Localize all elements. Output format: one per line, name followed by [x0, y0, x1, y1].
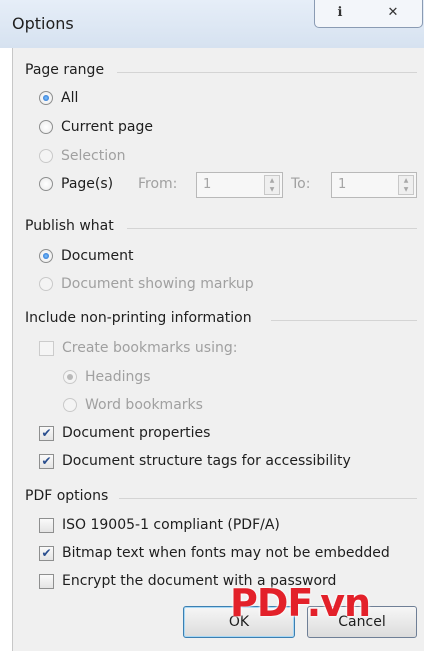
- selection-radio-row: Selection: [39, 148, 126, 164]
- checkmark-icon: ✔: [41, 546, 52, 560]
- structure-tags-checkbox[interactable]: ✔: [39, 453, 54, 469]
- structure-tags-row[interactable]: ✔ Document structure tags for accessibil…: [39, 453, 351, 469]
- document-label: Document: [61, 248, 134, 264]
- group-divider: [271, 320, 417, 321]
- group-divider: [127, 228, 417, 229]
- publish-what-header: Publish what: [25, 218, 114, 234]
- to-spinner[interactable]: 1 ▲ ▼: [331, 172, 417, 198]
- bitmap-row[interactable]: ✔ Bitmap text when fonts may not be embe…: [39, 545, 390, 561]
- to-value: 1: [338, 177, 347, 192]
- radio-selected-dot: [43, 253, 49, 259]
- encrypt-checkbox[interactable]: [39, 573, 54, 589]
- page-range-header: Page range: [25, 62, 105, 78]
- from-spinner[interactable]: 1 ▲ ▼: [196, 172, 283, 198]
- pages-radio[interactable]: [39, 177, 53, 191]
- iso-checkbox[interactable]: [39, 517, 54, 533]
- headings-radio: [63, 370, 77, 384]
- document-markup-radio-row: Document showing markup: [39, 276, 254, 292]
- group-divider: [117, 72, 417, 73]
- structure-tags-label: Document structure tags for accessibilit…: [62, 453, 351, 469]
- help-icon: ℹ: [337, 5, 343, 20]
- current-page-label: Current page: [61, 119, 153, 135]
- headings-radio-row: Headings: [63, 369, 151, 385]
- pdfvn-watermark: PDF.vn: [230, 581, 371, 625]
- all-radio-row[interactable]: All: [39, 90, 78, 106]
- current-page-radio-row[interactable]: Current page: [39, 119, 153, 135]
- document-markup-label: Document showing markup: [61, 276, 254, 292]
- options-panel: Page range All Current page Selection Pa…: [12, 48, 424, 651]
- checkmark-icon: ✔: [41, 426, 52, 440]
- selection-radio: [39, 149, 53, 163]
- headings-label: Headings: [85, 369, 151, 385]
- pages-label: Page(s): [61, 176, 114, 192]
- doc-properties-checkbox[interactable]: ✔: [39, 425, 54, 441]
- word-bookmarks-radio-row: Word bookmarks: [63, 397, 203, 413]
- document-markup-radio: [39, 277, 53, 291]
- from-value: 1: [203, 177, 212, 192]
- bitmap-label: Bitmap text when fonts may not be embedd…: [62, 545, 390, 561]
- from-spinner-arrows-icon[interactable]: ▲ ▼: [264, 175, 280, 195]
- document-radio[interactable]: [39, 249, 53, 263]
- help-button[interactable]: ℹ: [314, 0, 366, 28]
- selection-label: Selection: [61, 148, 126, 164]
- document-radio-row[interactable]: Document: [39, 248, 134, 264]
- from-label: From:: [138, 176, 178, 192]
- pages-radio-row[interactable]: Page(s): [39, 176, 113, 192]
- title-bar: Options ℹ ✕: [0, 0, 424, 48]
- create-bookmarks-checkbox: [39, 340, 54, 356]
- pdf-options-header: PDF options: [25, 488, 109, 504]
- dialog-title: Options: [12, 14, 74, 33]
- iso-label: ISO 19005-1 compliant (PDF/A): [62, 517, 280, 533]
- non-printing-header: Include non-printing information: [25, 310, 252, 326]
- current-page-radio[interactable]: [39, 120, 53, 134]
- word-bookmarks-radio: [63, 398, 77, 412]
- doc-properties-row[interactable]: ✔ Document properties: [39, 425, 210, 441]
- create-bookmarks-label: Create bookmarks using:: [62, 340, 238, 356]
- iso-row[interactable]: ISO 19005-1 compliant (PDF/A): [39, 517, 280, 533]
- all-label: All: [61, 90, 79, 106]
- radio-selected-dot: [43, 95, 49, 101]
- word-bookmarks-label: Word bookmarks: [85, 397, 203, 413]
- create-bookmarks-row: Create bookmarks using:: [39, 340, 237, 356]
- to-label: To:: [291, 176, 311, 192]
- radio-selected-dot: [67, 374, 73, 380]
- to-spinner-arrows-icon[interactable]: ▲ ▼: [398, 175, 414, 195]
- close-button[interactable]: ✕: [364, 0, 423, 28]
- all-radio[interactable]: [39, 91, 53, 105]
- checkmark-icon: ✔: [41, 454, 52, 468]
- bitmap-checkbox[interactable]: ✔: [39, 545, 54, 561]
- doc-properties-label: Document properties: [62, 425, 211, 441]
- group-divider: [119, 498, 417, 499]
- close-icon: ✕: [387, 5, 399, 20]
